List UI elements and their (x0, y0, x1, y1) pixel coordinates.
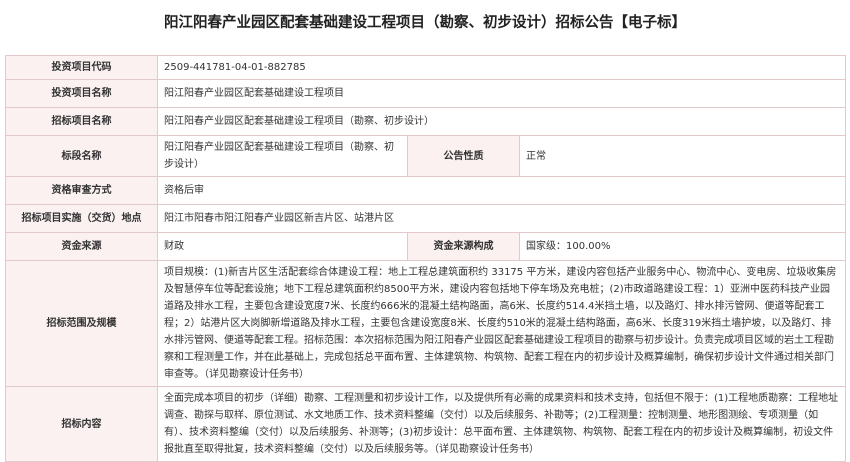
location-value: 阳江市阳春市阳江阳春产业园区新吉片区、站港片区 (157, 204, 846, 233)
row-funding: 资金来源 财政 资金来源构成 国家级：100.00% (5, 232, 846, 261)
row-section-name: 标段名称 阳江阳春产业园区配套基础建设工程项目（勘察、初步设计） 公告性质 正常 (5, 135, 846, 177)
notice-table: 投资项目代码 2509-441781-04-01-882785 投资项目名称 阳… (5, 55, 846, 462)
row-content: 招标内容 全面完成本项目的初步（详细）勘察、工程测量和初步设计工作，以及提供所有… (5, 386, 846, 462)
funding-label: 资金来源 (5, 232, 158, 261)
project-code-label: 投资项目代码 (5, 55, 158, 80)
tender-notice-page: 阳江阳春产业园区配套基础建设工程项目（勘察、初步设计）招标公告【电子标】 投资项… (0, 0, 850, 462)
scope-value: 项目规模：(1)新吉片区生活配套综合体建设工程：地上工程总建筑面积约 33175… (157, 260, 846, 387)
funding-composition-label: 资金来源构成 (407, 232, 520, 261)
section-name-value: 阳江阳春产业园区配套基础建设工程项目（勘察、初步设计） (157, 135, 408, 177)
row-scope: 招标范围及规模 项目规模：(1)新吉片区生活配套综合体建设工程：地上工程总建筑面… (5, 260, 846, 387)
project-name-label: 投资项目名称 (5, 79, 158, 108)
row-location: 招标项目实施（交货）地点 阳江市阳春市阳江阳春产业园区新吉片区、站港片区 (5, 204, 846, 233)
location-label: 招标项目实施（交货）地点 (5, 204, 158, 233)
project-name-value: 阳江阳春产业园区配套基础建设工程项目 (157, 79, 846, 108)
funding-composition-value: 国家级：100.00% (519, 232, 846, 261)
funding-value: 财政 (157, 232, 408, 261)
row-tender-project-name: 招标项目名称 阳江阳春产业园区配套基础建设工程项目（勘察、初步设计） (5, 107, 846, 136)
row-qualification: 资格审查方式 资格后审 (5, 176, 846, 205)
project-code-value: 2509-441781-04-01-882785 (157, 55, 846, 80)
qualification-label: 资格审查方式 (5, 176, 158, 205)
tender-project-name-label: 招标项目名称 (5, 107, 158, 136)
row-project-code: 投资项目代码 2509-441781-04-01-882785 (5, 55, 846, 80)
scope-label: 招标范围及规模 (5, 260, 158, 387)
content-label: 招标内容 (5, 386, 158, 462)
section-name-label: 标段名称 (5, 135, 158, 177)
row-project-name: 投资项目名称 阳江阳春产业园区配套基础建设工程项目 (5, 79, 846, 108)
notice-nature-label: 公告性质 (407, 135, 520, 177)
page-title: 阳江阳春产业园区配套基础建设工程项目（勘察、初步设计）招标公告【电子标】 (164, 15, 686, 31)
tender-project-name-value: 阳江阳春产业园区配套基础建设工程项目（勘察、初步设计） (157, 107, 846, 136)
content-value: 全面完成本项目的初步（详细）勘察、工程测量和初步设计工作，以及提供所有必需的成果… (157, 386, 846, 462)
qualification-value: 资格后审 (157, 176, 846, 205)
notice-nature-value: 正常 (519, 135, 846, 177)
